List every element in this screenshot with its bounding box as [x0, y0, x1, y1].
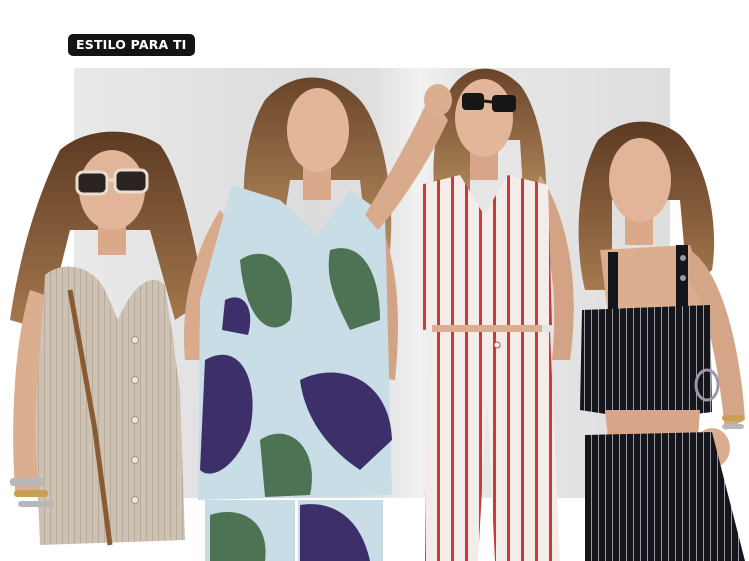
style-badge: ESTILO PARA TI — [68, 34, 195, 56]
model-linen-vest — [10, 131, 205, 546]
fashion-collage — [10, 68, 745, 561]
model-floral-print-set — [184, 77, 398, 561]
model-black-pinstripe-set — [578, 121, 745, 561]
